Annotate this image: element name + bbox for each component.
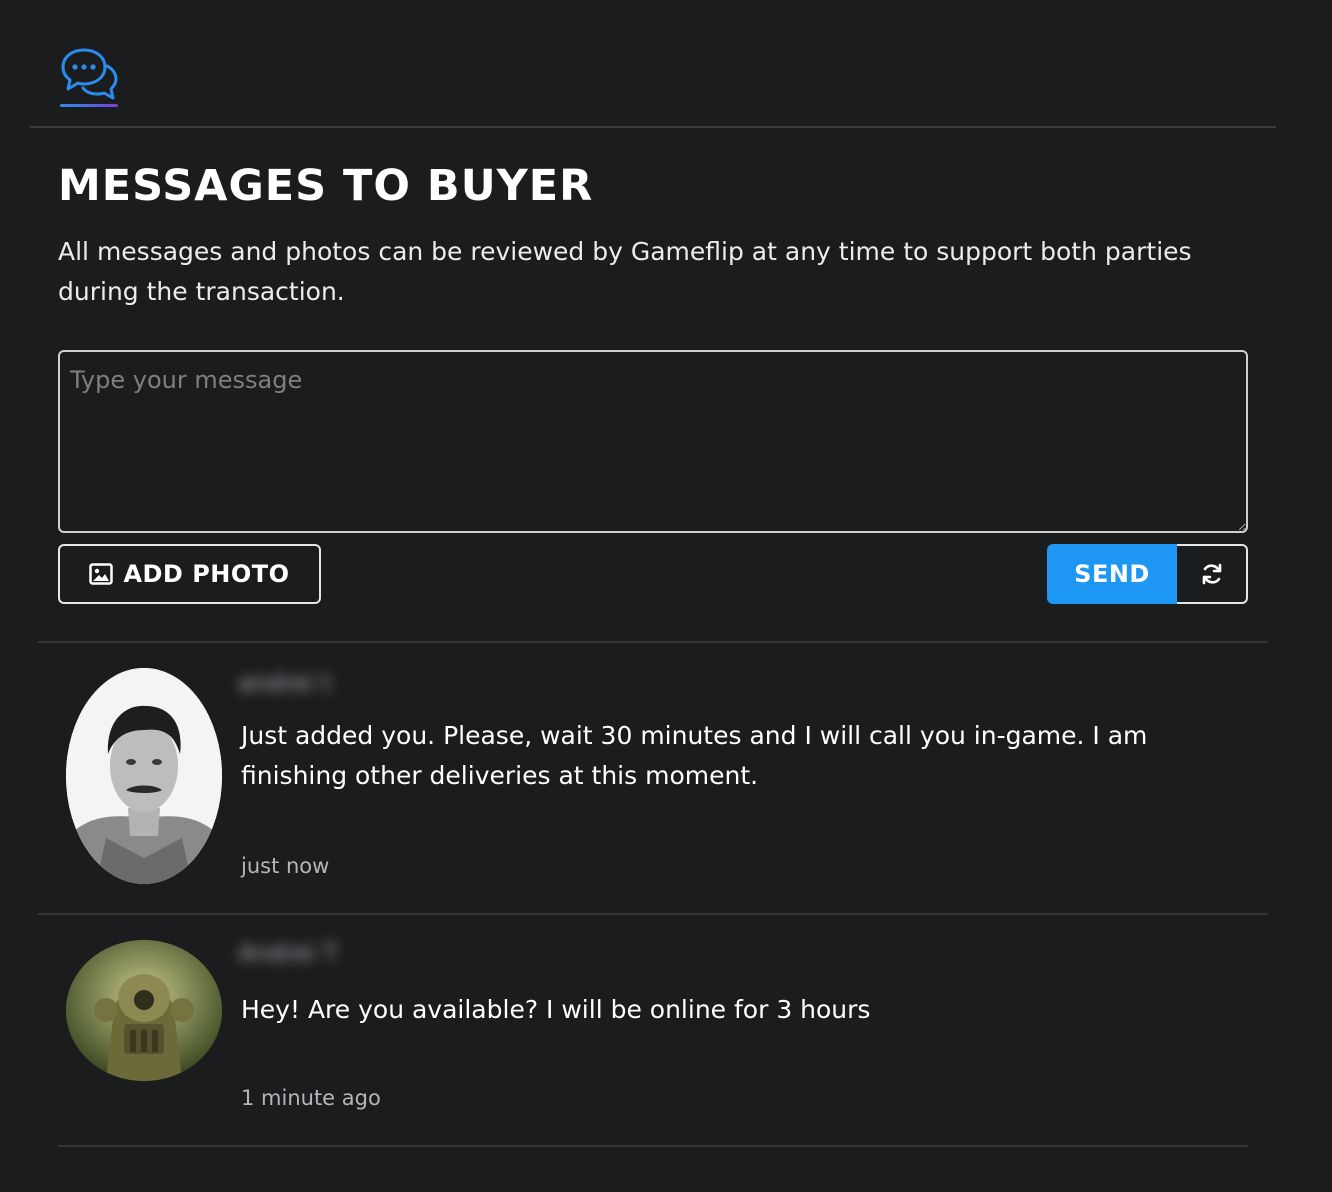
- message-time: just now: [241, 854, 330, 878]
- divider: [58, 1145, 1248, 1147]
- message-item: Andrei T Hey! Are you available? I will …: [38, 915, 1268, 1145]
- armor-helmet-image: [66, 940, 222, 1081]
- message-text: Just added you. Please, wait 30 minutes …: [241, 721, 1148, 790]
- tab-messages[interactable]: [60, 46, 118, 108]
- send-button[interactable]: SEND: [1047, 544, 1177, 604]
- page-subtitle: All messages and photos can be reviewed …: [58, 237, 1192, 306]
- add-photo-label: ADD PHOTO: [123, 560, 290, 588]
- send-group: SEND: [1047, 544, 1248, 604]
- chat-bubbles-icon: [61, 48, 118, 100]
- sender-name: Andrei T: [238, 939, 338, 967]
- sender-name: andrei t: [238, 669, 331, 697]
- refresh-icon: [1202, 563, 1221, 585]
- message-text: Hey! Are you available? I will be online…: [241, 995, 871, 1024]
- refresh-button[interactable]: [1177, 544, 1248, 604]
- avatar: [66, 668, 222, 884]
- page-title: MESSAGES TO BUYER: [58, 161, 594, 211]
- portrait-photo: [66, 668, 222, 884]
- active-tab-underline: [60, 104, 118, 107]
- tab-bar: [30, 0, 1276, 128]
- add-photo-button[interactable]: ADD PHOTO: [58, 544, 321, 604]
- messages-page: MESSAGES TO BUYER All messages and photo…: [0, 0, 1332, 1192]
- image-icon: [89, 563, 114, 585]
- message-input[interactable]: [58, 350, 1248, 533]
- message-item: andrei t Just added you. Please, wait 30…: [38, 643, 1268, 913]
- message-time: 1 minute ago: [241, 1086, 381, 1110]
- avatar: [66, 940, 222, 1081]
